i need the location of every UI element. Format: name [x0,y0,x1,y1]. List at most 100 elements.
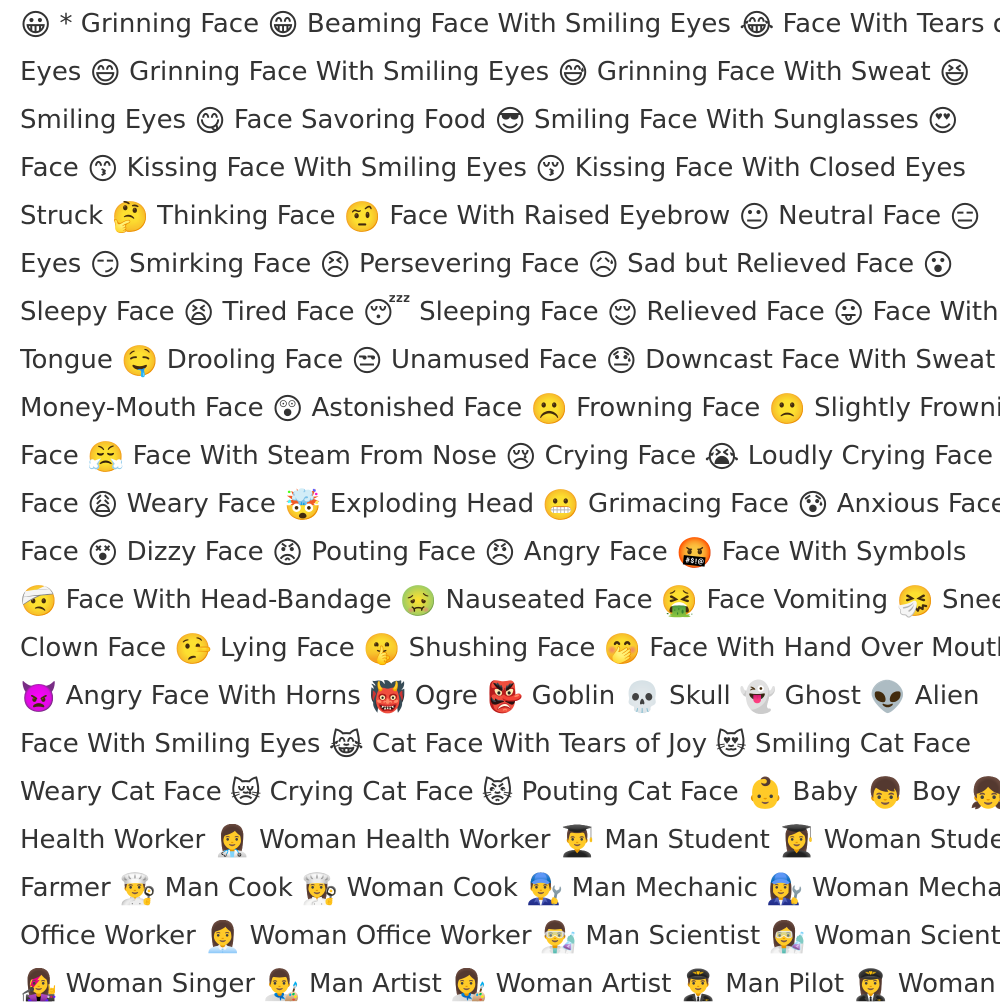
emoji-label: Man Cook [156,873,302,903]
emoji-icon: 😫 [182,296,215,331]
emoji-label: Pouting Cat Face [513,777,747,807]
emoji-label: Man Scientist [577,921,769,951]
emoji-icon: 🤫 [363,632,401,667]
emoji-label: Woman Singer [57,969,264,999]
emoji-row: Struck 🤔 Thinking Face 🤨 Face With Raise… [20,192,1000,240]
emoji-row: Tongue 🤤 Drooling Face 😒 Unamused Face 😓… [20,336,1000,384]
emoji-icon: 💀 [623,680,661,715]
emoji-icon: 😒 [351,344,383,379]
emoji-row: Clown Face 🤥 Lying Face 🤫 Shushing Face … [20,624,1000,672]
emoji-icon: 😡 [271,536,304,571]
emoji-label: Slightly Frowning [814,393,1000,423]
emoji-label: Nauseated Face [437,585,661,615]
emoji-icon: 😤 [87,440,125,475]
emoji-icon: 😰 [797,488,829,523]
emoji-label: Woman Artist [487,969,680,999]
emoji-icon: 😥 [587,248,619,283]
emoji-label: Struck [20,201,112,231]
emoji-label: Tongue [20,345,122,375]
emoji-label: Kissing Face With Smiling Eyes [118,153,536,183]
emoji-row: Office Worker 👩‍💼 Woman Office Worker 👨‍… [20,912,1000,960]
emoji-row: 👿 Angry Face With Horns 👹 Ogre 👺 Goblin … [20,672,1000,720]
emoji-label: Alien [906,681,980,711]
emoji-row: 🤕 Face With Head-Bandage 🤢 Nauseated Fac… [20,576,1000,624]
emoji-label: Woman Mechanic [811,873,1000,903]
emoji-icon: 👺 [486,680,524,715]
emoji-icon: 👩‍🎓 [778,824,816,859]
emoji-label: Face With Smiling Eyes [20,729,329,759]
emoji-label: Ghost [776,681,870,711]
emoji-label: Face [20,441,88,471]
emoji-label: Exploding Head [321,489,543,519]
emoji-label: Pouting Face [303,537,485,567]
emoji-icon: 😚 [535,152,567,187]
emoji-label: Crying Cat Face [261,777,482,807]
emoji-label: Angry Face [515,537,676,567]
emoji-icon: 😠 [484,536,516,571]
emoji-icon: 😐 [738,200,770,235]
emoji-icon: 😍 [927,104,959,139]
emoji-icon: 👨‍✈️ [679,968,718,1003]
emoji-icon: 🤨 [343,200,382,235]
emoji-row: Sleepy Face 😫 Tired Face 😴 Sleeping Face… [20,288,1000,336]
emoji-icon: 😆 [938,56,971,91]
emoji-row: 😀 * Grinning Face 😁 Beaming Face With Sm… [20,0,1000,48]
emoji-label: Frowning Face [567,393,769,423]
emoji-icon: 😋 [194,104,226,139]
emoji-icon: 😻 [715,728,747,763]
emoji-icon: 😙 [87,152,119,187]
emoji-icon: 🤔 [111,200,149,235]
emoji-label: Eyes [20,249,90,279]
emoji-label: Woman Cook [338,873,527,903]
emoji-icon: 😏 [89,248,121,283]
emoji-icon: 😴 [362,296,411,331]
emoji-icon: 😄 [89,56,121,91]
emoji-label: Boy [903,777,970,807]
emoji-label: Woman Scientist [814,921,1000,951]
emoji-icon: 😂 [739,8,775,43]
emoji-label: Face With Tears of Joy [782,9,1000,39]
emoji-label: Face With Raised Eyebrow [381,201,739,231]
emoji-label: Goblin [523,681,624,711]
emoji-icon: 👨‍🎨 [263,968,301,1003]
emoji-icon: 😮 [922,248,954,283]
emoji-icon: 😁 [267,8,299,43]
emoji-label: Kissing Face With Closed Eyes [566,153,966,183]
emoji-icon: 😌 [606,296,639,331]
emoji-label: Face Savoring Food [225,105,495,135]
emoji-label: Neutral Face [769,201,950,231]
emoji-row: Weary Cat Face 😿 Crying Cat Face 😾 Pouti… [20,768,1000,816]
emoji-icon: 👨‍🎓 [558,824,597,859]
emoji-icon: 🤤 [121,344,159,379]
emoji-label: Farmer [20,873,120,903]
emoji-icon: 👽 [869,680,907,715]
emoji-icon: 😀 [20,8,52,43]
emoji-row: Face 😤 Face With Steam From Nose 😢 Cryin… [20,432,1000,480]
emoji-icon: 👩‍🎨 [450,968,488,1003]
emoji-icon: 😹 [328,728,364,763]
emoji-label: Sneezing [942,585,1000,615]
emoji-icon: 😣 [319,248,351,283]
emoji-icon: 🤬 [675,536,714,571]
emoji-label: Angry Face With Horns [57,681,370,711]
emoji-label: Man Artist [300,969,451,999]
emoji-icon: 😑 [949,200,981,235]
emoji-icon: 🤧 [896,584,934,619]
emoji-label: Weary Face [118,489,285,519]
emoji-row: Eyes 😄 Grinning Face With Smiling Eyes 😅… [20,48,1000,96]
emoji-icon: 👩‍✈️ [852,968,890,1003]
emoji-label: Grinning Face With Sweat [588,57,939,87]
emoji-label: Clown Face [20,633,175,663]
emoji-icon: 😬 [542,488,580,523]
emoji-label: Sleepy Face [20,297,183,327]
emoji-icon: 😩 [87,488,119,523]
emoji-icon: 👩‍🔬 [768,920,806,955]
emoji-label: Office Worker [20,921,205,951]
emoji-icon: 😎 [494,104,526,139]
emoji-label: Man Mechanic [563,873,767,903]
emoji-icon: 🤕 [20,584,58,619]
emoji-label: Shushing Face [400,633,604,663]
emoji-row: Eyes 😏 Smirking Face 😣 Persevering Face … [20,240,1000,288]
emoji-row: Smiling Eyes 😋 Face Savoring Food 😎 Smil… [20,96,1000,144]
emoji-label: Face [20,537,88,567]
